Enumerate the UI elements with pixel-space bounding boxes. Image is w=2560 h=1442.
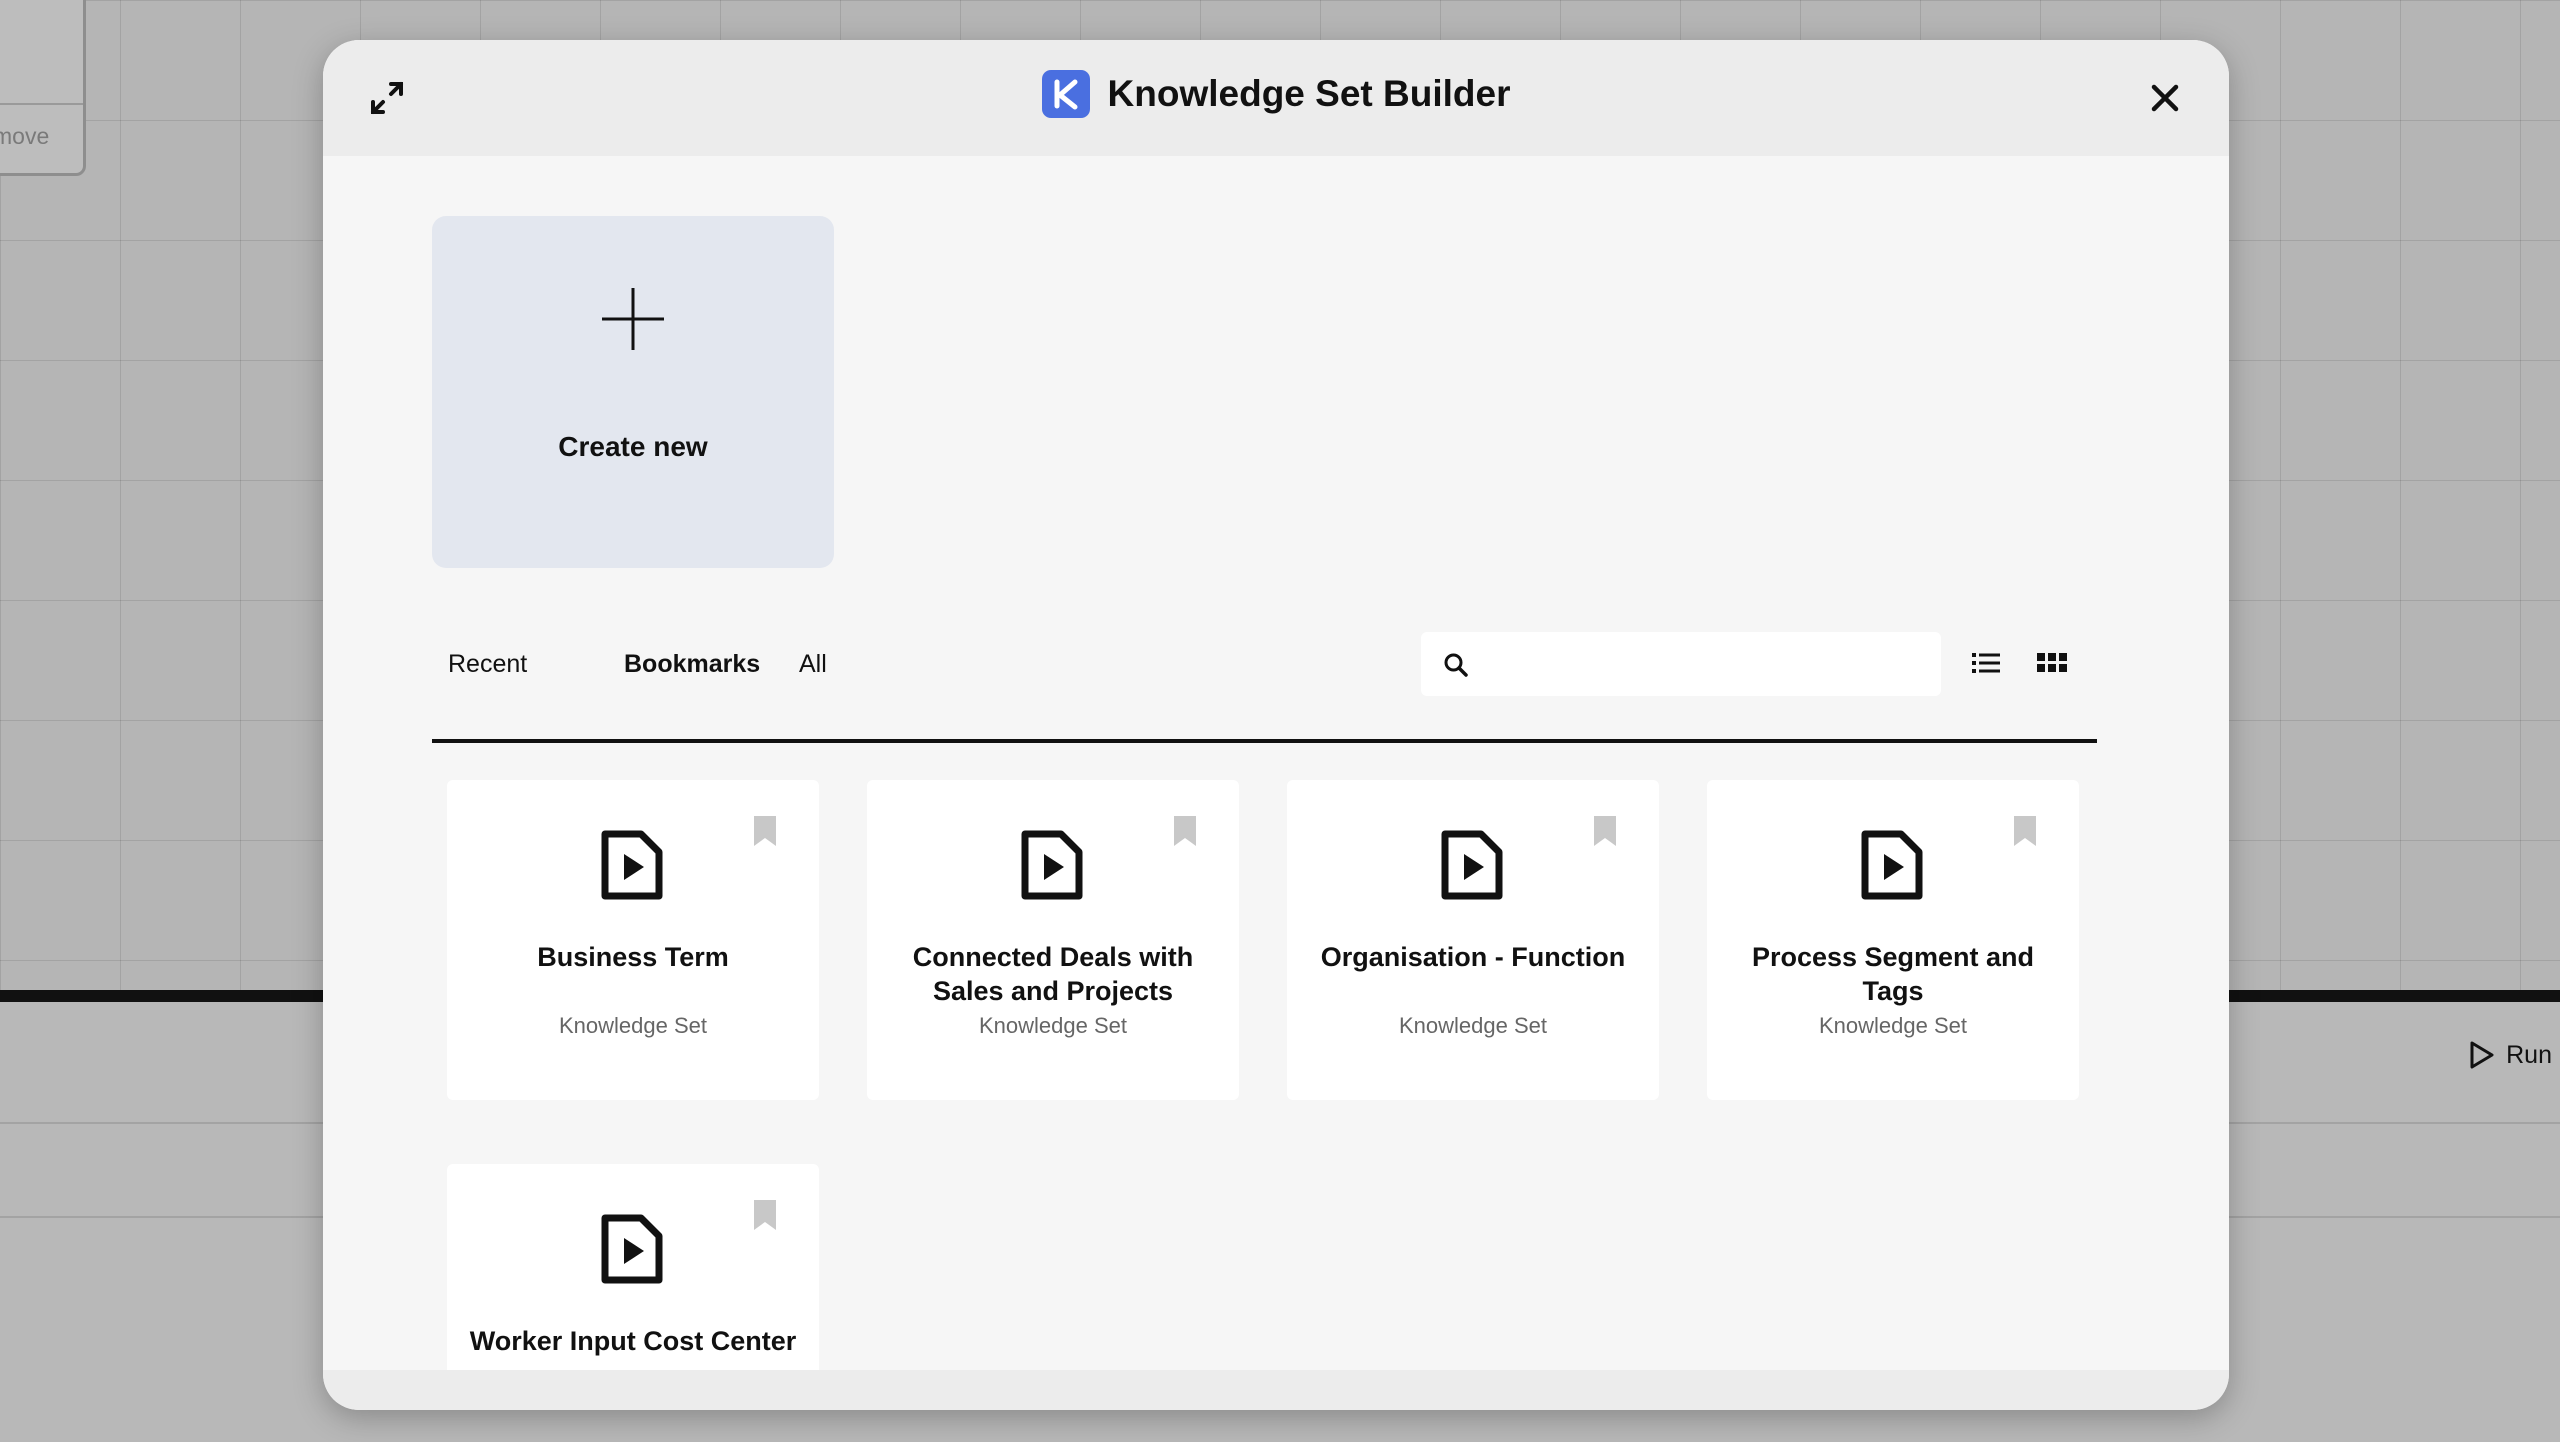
card-subtitle: Knowledge Set [1399, 1013, 1547, 1038]
knowledge-set-card[interactable]: Organisation - Function Knowledge Set [1287, 780, 1659, 1100]
tabs-divider [432, 739, 2097, 743]
background-node-divider [0, 103, 83, 105]
grid-view-button[interactable] [2036, 648, 2068, 678]
knowledge-set-card[interactable]: Connected Deals with Sales and Projects … [867, 780, 1239, 1100]
dialog-title-group: Knowledge Set Builder [323, 70, 2229, 118]
run-button-label: Run [2506, 1040, 2552, 1069]
file-play-icon [1021, 830, 1083, 900]
plus-icon [602, 288, 664, 350]
tab-all[interactable]: All [799, 650, 827, 679]
list-view-button[interactable] [1971, 648, 2001, 678]
dialog-title: Knowledge Set Builder [1107, 73, 1511, 114]
search-input[interactable] [1483, 642, 1923, 686]
card-title: Worker Input Cost Center [469, 1326, 797, 1356]
bookmark-icon[interactable] [752, 814, 778, 848]
list-view-icon [1972, 653, 2000, 673]
dialog-footer [323, 1370, 2229, 1410]
knowledge-set-builder-dialog: Knowledge Set Builder Create new Recent … [323, 40, 2229, 1410]
card-title: Business Term [537, 942, 729, 972]
knowledge-set-card[interactable]: Process Segment and Tags Knowledge Set [1707, 780, 2079, 1100]
play-icon [2470, 1041, 2494, 1069]
tab-recent[interactable]: Recent [448, 650, 527, 679]
dialog-header: Knowledge Set Builder [323, 40, 2229, 156]
run-button[interactable]: Run [2468, 1040, 2552, 1070]
app-logo [1041, 70, 1090, 118]
card-title: Process Segment and Tags [1751, 942, 2035, 1006]
bookmark-icon[interactable] [1172, 814, 1198, 848]
create-new-label: Create new [558, 431, 708, 462]
file-play-icon [601, 1214, 663, 1284]
search-icon [1444, 653, 1468, 677]
knowledge-set-card[interactable]: Business Term Knowledge Set [447, 780, 819, 1100]
search-box [1421, 632, 1941, 696]
close-icon [2151, 84, 2179, 112]
bookmark-icon[interactable] [1592, 814, 1618, 848]
card-title: Organisation - Function [1320, 942, 1626, 972]
file-play-icon [1861, 830, 1923, 900]
create-new-button[interactable]: Create new [432, 216, 834, 568]
tab-bookmarks[interactable]: Bookmarks [624, 650, 760, 679]
card-subtitle: Knowledge Set [979, 1013, 1127, 1038]
file-play-icon [601, 830, 663, 900]
file-play-icon [1441, 830, 1503, 900]
bookmark-icon[interactable] [752, 1198, 778, 1232]
logo-k-icon [1054, 79, 1078, 110]
bookmark-icon[interactable] [2012, 814, 2038, 848]
card-subtitle: Knowledge Set [1819, 1013, 1967, 1038]
grid-view-icon [2037, 653, 2067, 672]
card-title: Connected Deals with Sales and Projects [912, 942, 1194, 1006]
background-node: move [0, 0, 86, 176]
background-node-remove-label: move [0, 123, 50, 149]
card-subtitle: Knowledge Set [559, 1013, 707, 1038]
close-button[interactable] [2145, 78, 2185, 118]
